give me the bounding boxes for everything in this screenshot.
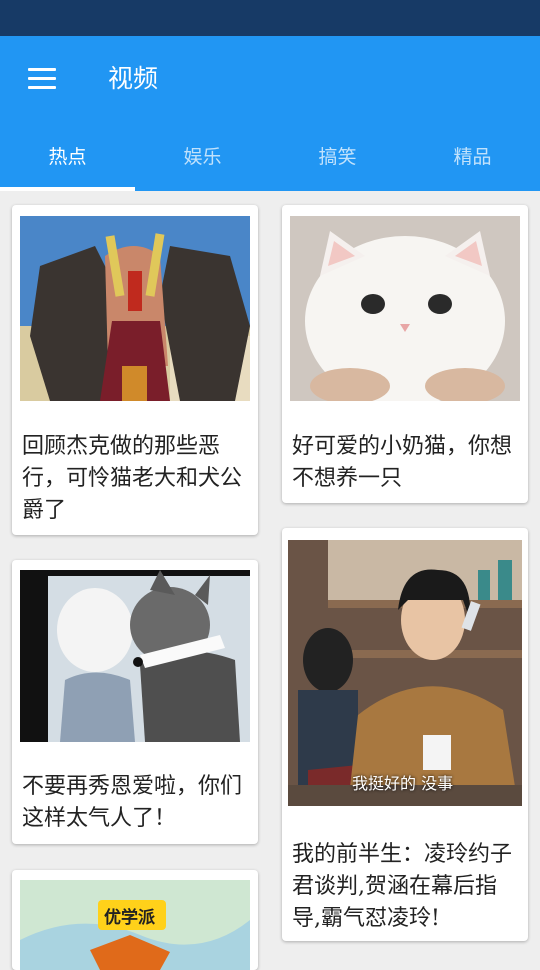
video-card[interactable]: 我挺好的 没事 我的前半生：凌玲约子君谈判,贺涵在幕后指导,霸气怼凌玲! bbox=[282, 528, 528, 941]
page-title: 视频 bbox=[108, 64, 159, 93]
video-title: 回顾杰克做的那些恶行，可怜猫老大和犬公爵了 bbox=[22, 434, 243, 523]
video-caption: 我挺好的 没事 bbox=[352, 774, 454, 793]
tab-hot[interactable]: 热点 bbox=[0, 136, 135, 191]
video-title: 不要再秀恩爱啦，你们这样太气人了！ bbox=[22, 774, 243, 831]
video-card[interactable]: 优学派 bbox=[12, 870, 258, 970]
video-thumbnail bbox=[20, 216, 250, 401]
status-bar bbox=[0, 0, 540, 36]
tab-bar: 热点 娱乐 搞笑 精品 bbox=[0, 136, 540, 191]
tab-indicator bbox=[0, 187, 135, 191]
app-bar: 视频 热点 娱乐 搞笑 精品 bbox=[0, 36, 540, 191]
video-title: 我的前半生：凌玲约子君谈判,贺涵在幕后指导,霸气怼凌玲! bbox=[292, 842, 513, 931]
video-thumbnail: 优学派 bbox=[20, 880, 250, 970]
video-card[interactable]: 回顾杰克做的那些恶行，可怜猫老大和犬公爵了 bbox=[12, 205, 258, 535]
video-title: 好可爱的小奶猫，你想不想养一只 bbox=[292, 434, 513, 491]
video-card[interactable]: 好可爱的小奶猫，你想不想养一只 bbox=[282, 205, 528, 503]
menu-button[interactable] bbox=[18, 60, 66, 98]
video-thumbnail: 我挺好的 没事 bbox=[288, 540, 522, 806]
brand-badge: 优学派 bbox=[104, 908, 155, 928]
tab-featured[interactable]: 精品 bbox=[405, 136, 540, 191]
tab-entertainment[interactable]: 娱乐 bbox=[135, 136, 270, 191]
video-thumbnail bbox=[290, 216, 520, 401]
menu-icon bbox=[28, 68, 56, 71]
video-card[interactable]: 不要再秀恩爱啦，你们这样太气人了！ bbox=[12, 560, 258, 844]
tab-funny[interactable]: 搞笑 bbox=[270, 136, 405, 191]
video-thumbnail bbox=[20, 570, 250, 742]
